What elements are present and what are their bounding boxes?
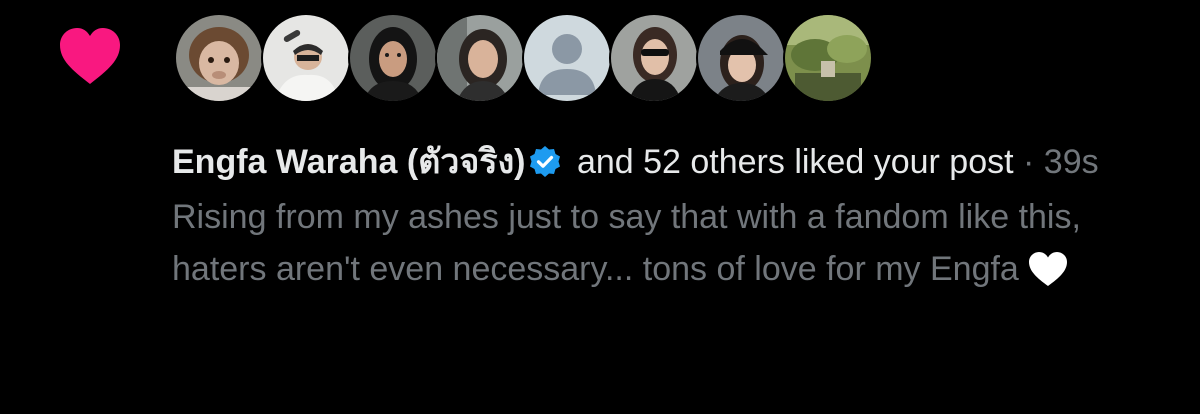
avatar[interactable] xyxy=(696,13,786,103)
like-notification[interactable]: Engfa Waraha (ตัวจริง) and 52 others lik… xyxy=(0,0,1200,414)
post-text-body: Rising from my ashes just to say that wi… xyxy=(172,198,1081,288)
white-heart-icon xyxy=(1028,252,1067,286)
avatar[interactable] xyxy=(174,13,264,103)
verified-badge-icon xyxy=(529,146,560,177)
heart-icon xyxy=(60,28,120,84)
avatar-default-placeholder-icon xyxy=(524,15,610,101)
liked-post-text[interactable]: Rising from my ashes just to say that wi… xyxy=(172,191,1172,295)
avatar-monkey-icon xyxy=(176,15,262,101)
avatar-woman-dark-hair-icon xyxy=(350,15,436,101)
avatar[interactable] xyxy=(261,13,351,103)
avatar-garden-scene-icon xyxy=(785,15,871,101)
avatar-person-drinking-icon xyxy=(263,15,349,101)
avatar[interactable] xyxy=(609,13,699,103)
liker-name[interactable]: Engfa Waraha (ตัวจริง) xyxy=(172,143,526,181)
avatar[interactable] xyxy=(435,13,525,103)
timestamp[interactable]: 39s xyxy=(1044,143,1099,181)
avatar-woman-cap-icon xyxy=(698,15,784,101)
liker-avatars xyxy=(174,13,873,103)
avatar-woman-sunglasses-icon xyxy=(611,15,697,101)
separator-dot: · xyxy=(1013,143,1044,181)
avatar[interactable] xyxy=(783,13,873,103)
avatar[interactable] xyxy=(348,13,438,103)
action-text: and 52 others liked your post xyxy=(567,143,1014,181)
avatar-woman-selfie-icon xyxy=(437,15,523,101)
avatar[interactable] xyxy=(522,13,612,103)
notification-content: Engfa Waraha (ตัวจริง) and 52 others lik… xyxy=(172,136,1172,295)
notification-headline: Engfa Waraha (ตัวจริง) and 52 others lik… xyxy=(172,136,1172,189)
